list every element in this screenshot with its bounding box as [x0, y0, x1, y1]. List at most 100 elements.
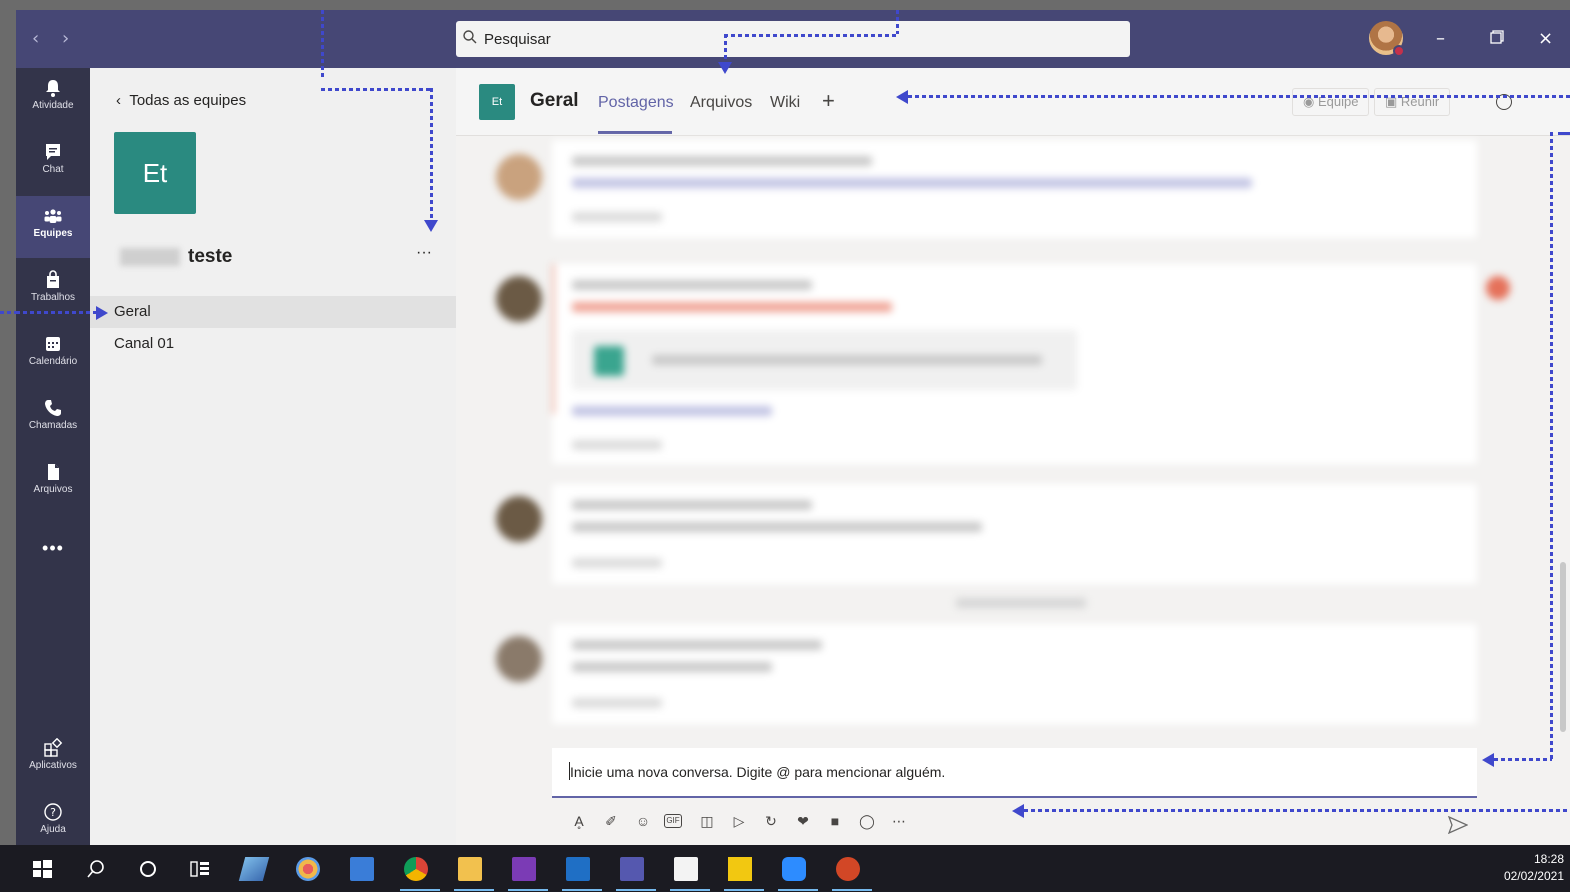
- gif-icon[interactable]: GIF: [664, 814, 682, 828]
- chrome-icon[interactable]: [404, 857, 428, 881]
- rail-item-equipes[interactable]: Equipes: [16, 196, 90, 258]
- emoji-icon[interactable]: ☺: [632, 810, 654, 832]
- search-icon: [463, 30, 477, 44]
- outlook-icon[interactable]: [566, 857, 590, 881]
- team-name: teste: [120, 246, 232, 268]
- minimize-icon[interactable]: –: [1436, 28, 1445, 49]
- clock-date: 02/02/2021: [1503, 869, 1564, 883]
- tab-arquivos[interactable]: Arquivos: [690, 94, 752, 112]
- restore-icon[interactable]: [1490, 30, 1504, 44]
- running-indicator: [670, 889, 710, 891]
- title-bar: ‹ › Pesquisar – ×: [16, 10, 1570, 68]
- system-clock[interactable]: 18:28 02/02/2021: [1504, 851, 1564, 885]
- calendar-icon: [46, 337, 60, 351]
- team-button[interactable]: ◉ Equipe: [1292, 88, 1370, 116]
- tab-postagens[interactable]: Postagens: [598, 94, 674, 112]
- running-indicator: [778, 889, 818, 891]
- app-rail: Atividade Chat Equipes Trabalhos Calendá…: [16, 68, 90, 845]
- praise-icon[interactable]: ❤: [792, 810, 814, 832]
- file-icon: [48, 464, 59, 480]
- close-icon[interactable]: ×: [1538, 28, 1553, 49]
- running-indicator: [454, 889, 494, 891]
- channel-main: Et Geral Postagens Arquivos Wiki + ◉ Equ…: [456, 68, 1570, 845]
- active-tab-indicator: [598, 131, 672, 134]
- running-indicator: [508, 889, 548, 891]
- compose-toolbar: Ḁ ✐ ☺ GIF ◫ ▷ ↻ ❤ ■ ◯ ⋯: [568, 810, 988, 834]
- teams-icon: [44, 209, 62, 223]
- cortana-icon[interactable]: [136, 857, 160, 881]
- meet-button[interactable]: ▣ Reunir: [1374, 88, 1451, 116]
- loop-icon[interactable]: ↻: [760, 810, 782, 832]
- taskbar-search-icon[interactable]: [84, 857, 108, 881]
- search-placeholder: Pesquisar: [484, 31, 551, 48]
- rail-item-calendario[interactable]: Calendário: [16, 324, 90, 386]
- new-conversation-input[interactable]: Inicie uma nova conversa. Digite @ para …: [552, 748, 1477, 798]
- phone-icon: [45, 400, 61, 416]
- powerpoint-icon[interactable]: [836, 857, 860, 881]
- rail-item-atividade[interactable]: Atividade: [16, 68, 90, 130]
- assignments-icon: [47, 270, 59, 288]
- running-indicator: [400, 889, 440, 891]
- running-indicator: [724, 889, 764, 891]
- onenote-icon[interactable]: [512, 857, 536, 881]
- bulb-icon[interactable]: ◯: [856, 810, 878, 832]
- file-explorer-icon[interactable]: [458, 857, 482, 881]
- post-avatar: [496, 276, 542, 322]
- zoom-icon[interactable]: [782, 857, 806, 881]
- running-indicator: [832, 889, 872, 891]
- channel-team-avatar: Et: [479, 84, 515, 120]
- team-more-options-icon[interactable]: ···: [416, 244, 432, 262]
- avatar[interactable]: [1369, 21, 1405, 57]
- apps-icon: [44, 738, 63, 757]
- calculator-icon[interactable]: [350, 857, 374, 881]
- search-input[interactable]: Pesquisar: [456, 21, 1130, 57]
- scrollbar[interactable]: [1560, 562, 1566, 732]
- rail-item-aplicativos[interactable]: Aplicativos: [16, 728, 90, 790]
- format-icon[interactable]: Ḁ: [568, 810, 590, 832]
- running-indicator: [562, 889, 602, 891]
- chat-icon: [46, 144, 60, 160]
- add-tab-icon[interactable]: +: [822, 88, 835, 114]
- rail-item-ajuda[interactable]: ? Ajuda: [16, 792, 90, 845]
- running-indicator: [616, 889, 656, 891]
- presence-busy-icon: [1393, 45, 1405, 57]
- sticker-icon[interactable]: ◫: [696, 810, 718, 832]
- more-options-icon[interactable]: ⋯: [888, 810, 910, 832]
- post-card: [552, 484, 1477, 584]
- post-avatar: [496, 636, 542, 682]
- task-view-icon[interactable]: [188, 857, 212, 881]
- snip-sketch-icon[interactable]: [296, 857, 320, 881]
- send-icon[interactable]: [1448, 816, 1468, 834]
- tab-wiki[interactable]: Wiki: [770, 94, 800, 112]
- reaction-badge: [1486, 276, 1510, 300]
- back-arrow-icon[interactable]: ‹: [32, 28, 39, 49]
- all-teams-link[interactable]: ‹ Todas as equipes: [116, 92, 246, 109]
- team-avatar: Et: [114, 132, 196, 214]
- post-avatar: [496, 154, 542, 200]
- windows-start-icon[interactable]: [30, 857, 54, 881]
- chevron-left-icon: ‹: [116, 92, 130, 109]
- teams-taskbar-icon[interactable]: [620, 857, 644, 881]
- post-card: [552, 264, 1477, 464]
- store-icon[interactable]: [674, 857, 698, 881]
- rail-item-arquivos[interactable]: Arquivos: [16, 452, 90, 514]
- svg-text:?: ?: [50, 806, 56, 819]
- channel-item-canal-01[interactable]: Canal 01: [90, 328, 456, 360]
- rail-item-chamadas[interactable]: Chamadas: [16, 388, 90, 450]
- help-icon: ?: [44, 803, 62, 821]
- channel-item-geral[interactable]: Geral: [90, 296, 456, 328]
- channel-header: Et Geral Postagens Arquivos Wiki + ◉ Equ…: [456, 68, 1570, 136]
- more-apps-icon[interactable]: •••: [16, 538, 90, 559]
- video-icon[interactable]: ■: [824, 810, 846, 832]
- post-card: [552, 624, 1477, 724]
- rail-item-chat[interactable]: Chat: [16, 132, 90, 194]
- paint-3d-icon[interactable]: [238, 857, 270, 881]
- post-card: [552, 140, 1477, 238]
- channel-title: Geral: [530, 90, 579, 111]
- annotation-overlay-edge: [0, 311, 16, 314]
- windows-taskbar: 18:28 02/02/2021: [0, 845, 1570, 892]
- power-bi-icon[interactable]: [728, 857, 752, 881]
- meet-now-icon[interactable]: ▷: [728, 810, 750, 832]
- attach-icon[interactable]: ✐: [600, 810, 622, 832]
- forward-arrow-icon[interactable]: ›: [62, 28, 69, 49]
